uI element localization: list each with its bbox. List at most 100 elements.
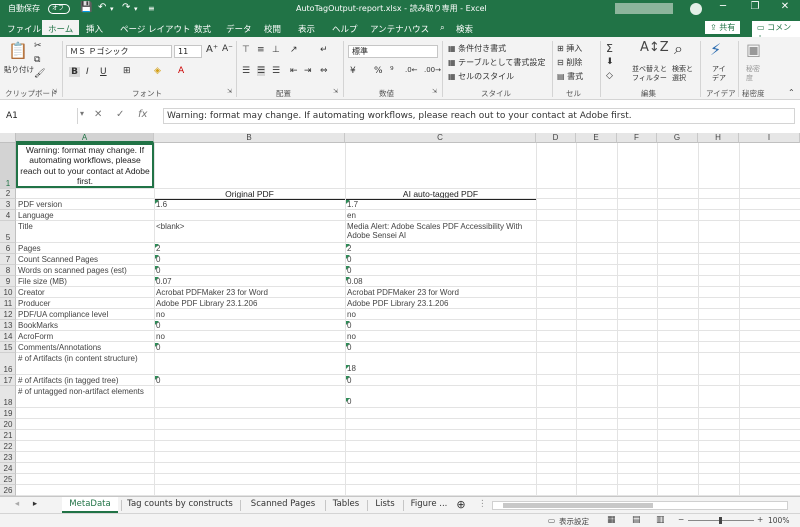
undo-icon[interactable]: ↶ (98, 2, 106, 13)
comma-icon[interactable]: ⁹ (390, 66, 394, 76)
align-left-icon[interactable]: ☰ (242, 66, 250, 76)
cell-a7[interactable]: Count Scanned Pages (18, 255, 153, 264)
sensitivity-icon[interactable]: ▣ (746, 40, 761, 59)
number-as-text-indicator[interactable] (346, 255, 350, 259)
zoom-in-icon[interactable]: + (757, 515, 763, 524)
alignment-launcher-icon[interactable]: ⇲ (333, 88, 338, 95)
cell-styles-button[interactable]: ▦ セルのスタイル (448, 71, 514, 82)
indent-decrease-icon[interactable]: ⇤ (290, 66, 298, 76)
search-icon[interactable]: ⌕ (440, 23, 445, 33)
avatar[interactable] (690, 3, 702, 15)
column-header-a[interactable]: A (16, 133, 154, 143)
number-as-text-indicator[interactable] (155, 277, 159, 281)
cell-b17[interactable]: 0 (156, 376, 344, 385)
cell-a16[interactable]: # of Artifacts (in content structure) (18, 354, 153, 375)
prev-sheet-icon[interactable]: ◂ (12, 497, 22, 513)
bold-button[interactable]: B (69, 67, 80, 77)
tab-search[interactable]: 検索 (456, 23, 473, 35)
cell-a1[interactable]: Warning: format may change. If automatin… (18, 145, 152, 187)
cell-c11[interactable]: Adobe PDF Library 23.1.206 (347, 299, 535, 308)
cell-c14[interactable]: no (347, 332, 535, 341)
fill-icon[interactable]: ⬇ (606, 57, 614, 67)
share-button[interactable]: ⇪ 共有 (705, 21, 741, 34)
decrease-decimal-icon[interactable]: .00→ (424, 66, 441, 74)
clipboard-launcher-icon[interactable]: ⇲ (52, 88, 57, 95)
grow-font-icon[interactable]: A⁺ (206, 44, 218, 55)
row-header-15[interactable]: 15 (0, 342, 16, 353)
row-header-23[interactable]: 23 (0, 452, 16, 463)
font-color-icon[interactable]: A (178, 66, 184, 76)
collapse-ribbon-icon[interactable]: ⌃ (788, 88, 795, 97)
find-select-label-2[interactable]: 選択 (672, 73, 686, 83)
copy-icon[interactable]: ⧉ (34, 55, 40, 65)
number-as-text-indicator[interactable] (346, 365, 350, 369)
delete-cells-button[interactable]: ⊟ 削除 (557, 57, 582, 68)
sensitivity-label-2[interactable]: 度 (746, 73, 753, 83)
cell-a13[interactable]: BookMarks (18, 321, 153, 330)
cell-c3[interactable]: 1.7 (347, 200, 535, 209)
display-settings-label[interactable]: 表示設定 (559, 516, 589, 527)
font-size-select[interactable]: 11 (174, 45, 202, 58)
number-as-text-indicator[interactable] (346, 266, 350, 270)
cut-icon[interactable]: ✂ (34, 41, 42, 51)
number-as-text-indicator[interactable] (346, 244, 350, 248)
tab-view[interactable]: 表示 (298, 23, 315, 35)
cell-c13[interactable]: 0 (347, 321, 535, 330)
sheet-tab-tag-counts[interactable]: Tag counts by constructs (124, 497, 236, 513)
undo-dropdown-icon[interactable]: ▾ (110, 5, 114, 13)
add-sheet-icon[interactable]: ⊕ (454, 497, 468, 513)
sort-filter-icon[interactable]: A↕Z (640, 40, 669, 55)
zoom-level[interactable]: 100% (768, 516, 789, 525)
sheet-tab-metadata[interactable]: MetaData (62, 497, 118, 513)
cell-c10[interactable]: Acrobat PDFMaker 23 for Word (347, 288, 535, 297)
row-header-9[interactable]: 9 (0, 276, 16, 287)
italic-button[interactable]: I (86, 67, 89, 77)
cell-b10[interactable]: Acrobat PDFMaker 23 for Word (156, 288, 344, 297)
formula-input[interactable]: Warning: format may change. If automatin… (163, 108, 795, 124)
sheet-tab-tables[interactable]: Tables (328, 497, 364, 513)
cell-c7[interactable]: 0 (347, 255, 535, 264)
close-button[interactable]: ✕ (770, 1, 800, 12)
ideas-icon[interactable]: ⚡ (710, 40, 721, 59)
column-header-b[interactable]: B (154, 133, 345, 143)
column-header-h[interactable]: H (698, 133, 739, 143)
cell-c17[interactable]: 0 (347, 376, 535, 385)
cell-b13[interactable]: 0 (156, 321, 344, 330)
font-launcher-icon[interactable]: ⇲ (227, 88, 232, 95)
tab-review[interactable]: 校閲 (264, 23, 281, 35)
paste-button[interactable]: 貼り付け (4, 64, 34, 75)
restore-button[interactable]: ❐ (740, 1, 770, 12)
cell-a4[interactable]: Language (18, 211, 153, 220)
cell-b8[interactable]: 0 (156, 266, 344, 275)
number-as-text-indicator[interactable] (155, 266, 159, 270)
cell-a10[interactable]: Creator (18, 288, 153, 297)
cell-b9[interactable]: 0.07 (156, 277, 344, 286)
row-header-12[interactable]: 12 (0, 309, 16, 320)
increase-decimal-icon[interactable]: .0← (405, 66, 418, 74)
row-header-2[interactable]: 2 (0, 189, 16, 199)
cell-a11[interactable]: Producer (18, 299, 153, 308)
cell-b7[interactable]: 0 (156, 255, 344, 264)
cell-a14[interactable]: AcroForm (18, 332, 153, 341)
cell-a5[interactable]: Title (18, 222, 153, 243)
border-icon[interactable]: ⊞ (123, 66, 131, 76)
format-cells-button[interactable]: ▤ 書式 (557, 71, 583, 82)
name-box[interactable]: A1 (4, 108, 78, 124)
fill-color-icon[interactable]: ◈ (154, 66, 161, 76)
cell-c8[interactable]: 0 (347, 266, 535, 275)
cell-c5[interactable]: Media Alert: Adobe Scales PDF Accessibil… (347, 222, 535, 243)
find-select-icon[interactable]: ⌕ (674, 39, 683, 59)
percent-icon[interactable]: % (374, 66, 383, 76)
horizontal-scrollbar[interactable] (492, 501, 788, 510)
indent-increase-icon[interactable]: ⇥ (304, 66, 312, 76)
column-header-f[interactable]: F (617, 133, 657, 143)
row-header-25[interactable]: 25 (0, 474, 16, 485)
save-icon[interactable]: 💾 (80, 2, 92, 13)
format-as-table-button[interactable]: ▦ テーブルとして書式設定 (448, 57, 545, 68)
column-header-c[interactable]: C (345, 133, 536, 143)
row-header-7[interactable]: 7 (0, 254, 16, 265)
underline-button[interactable]: U (100, 67, 107, 77)
currency-icon[interactable]: ¥ (350, 66, 356, 76)
cell-b12[interactable]: no (156, 310, 344, 319)
align-top-icon[interactable]: ⊤ (242, 45, 250, 55)
